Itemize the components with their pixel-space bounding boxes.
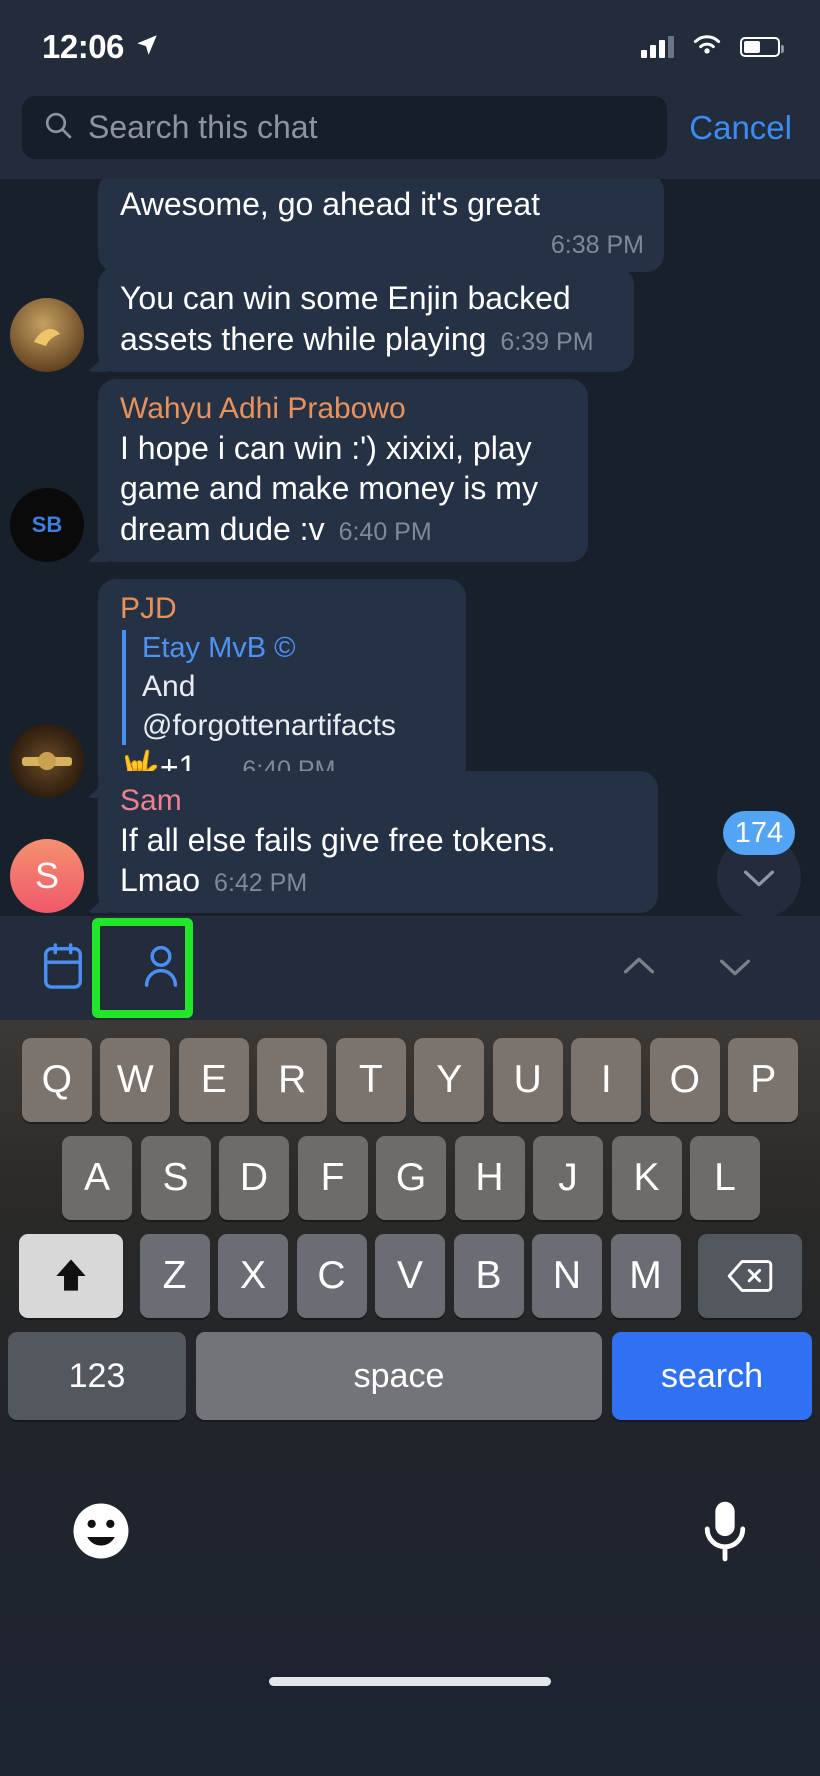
search-filter-toolbar bbox=[0, 916, 820, 1020]
key-f[interactable]: F bbox=[297, 1136, 368, 1220]
key-u[interactable]: U bbox=[492, 1038, 563, 1122]
calendar-icon[interactable] bbox=[40, 941, 86, 996]
key-y[interactable]: Y bbox=[414, 1038, 485, 1122]
reply-quote[interactable]: Etay MvB © And @forgottenartifacts bbox=[122, 629, 446, 746]
microphone-icon[interactable] bbox=[698, 1498, 752, 1569]
message-text: Awesome, go ahead it's great bbox=[120, 186, 540, 222]
avatar-label: SB bbox=[31, 512, 63, 538]
key-n[interactable]: N bbox=[532, 1234, 602, 1318]
reply-sender: Etay MvB © bbox=[142, 631, 296, 664]
avatar-label: S bbox=[34, 855, 59, 897]
battery-icon bbox=[740, 37, 784, 57]
key-s[interactable]: S bbox=[140, 1136, 211, 1220]
chevron-down-icon bbox=[743, 870, 775, 887]
key-v[interactable]: V bbox=[375, 1234, 445, 1318]
backspace-icon bbox=[727, 1260, 772, 1292]
key-o[interactable]: O bbox=[649, 1038, 720, 1122]
message-bubble[interactable]: Sam If all else fails give free tokens. … bbox=[98, 771, 658, 914]
emoji-smiley-icon[interactable] bbox=[68, 1498, 134, 1569]
keyboard-row-3: Z X C V B N M bbox=[6, 1234, 814, 1318]
search-key[interactable]: search bbox=[612, 1332, 812, 1420]
search-filter-left bbox=[40, 941, 184, 996]
message-sender[interactable]: Wahyu Adhi Prabowo bbox=[120, 390, 568, 428]
message-row[interactable]: S Sam If all else fails give free tokens… bbox=[10, 771, 658, 914]
chevron-down-icon[interactable] bbox=[712, 943, 758, 994]
search-header: Search this chat Cancel bbox=[0, 76, 820, 179]
message-text-inner: If all else fails give free tokens. Lmao bbox=[120, 821, 556, 899]
key-g[interactable]: G bbox=[376, 1136, 446, 1220]
key-p[interactable]: P bbox=[728, 1038, 799, 1122]
key-x[interactable]: X bbox=[218, 1234, 288, 1318]
message-row[interactable]: You can win some Enjin backed assets the… bbox=[10, 267, 634, 372]
message-time: 6:38 PM bbox=[550, 230, 644, 259]
message-text-inner: I hope i can win :') xixixi, play game a… bbox=[120, 429, 538, 548]
message-text: You can win some Enjin backed assets the… bbox=[120, 278, 614, 360]
cellular-signal-icon bbox=[641, 36, 674, 58]
key-e[interactable]: E bbox=[178, 1038, 249, 1122]
message-bubble[interactable]: PJD Etay MvB © And @forgottenartifacts 🤟… bbox=[98, 579, 466, 799]
search-nav-controls bbox=[616, 943, 780, 994]
key-q[interactable]: Q bbox=[21, 1038, 92, 1122]
keyboard-row-1: Q W E R T Y U I O P bbox=[6, 1038, 814, 1122]
message-time: 6:40 PM bbox=[338, 518, 432, 547]
message-sender[interactable]: PJD bbox=[120, 590, 446, 628]
key-d[interactable]: D bbox=[219, 1136, 289, 1220]
backspace-key[interactable] bbox=[697, 1234, 802, 1318]
key-k[interactable]: K bbox=[611, 1136, 682, 1220]
message-text: I hope i can win :') xixixi, play game a… bbox=[120, 428, 568, 551]
chevron-up-icon[interactable] bbox=[616, 943, 662, 994]
key-m[interactable]: M bbox=[610, 1234, 681, 1318]
message-row[interactable]: Awesome, go ahead it's great 6:38 PM bbox=[98, 179, 664, 272]
location-arrow-icon bbox=[134, 32, 160, 63]
status-bar-right bbox=[641, 32, 784, 62]
key-z[interactable]: Z bbox=[139, 1234, 210, 1318]
key-a[interactable]: A bbox=[62, 1136, 132, 1220]
search-placeholder: Search this chat bbox=[88, 109, 318, 145]
shift-key[interactable] bbox=[18, 1234, 123, 1318]
cancel-button[interactable]: Cancel bbox=[689, 109, 792, 147]
search-icon bbox=[42, 109, 74, 146]
message-text: If all else fails give free tokens. Lmao… bbox=[120, 820, 638, 902]
key-t[interactable]: T bbox=[335, 1038, 406, 1122]
key-r[interactable]: R bbox=[257, 1038, 328, 1122]
message-row[interactable]: SB Wahyu Adhi Prabowo I hope i can win :… bbox=[10, 379, 588, 563]
message-bubble[interactable]: You can win some Enjin backed assets the… bbox=[98, 267, 634, 372]
key-l[interactable]: L bbox=[690, 1136, 760, 1220]
search-input[interactable]: Search this chat bbox=[22, 96, 668, 159]
keyboard-bottom-bar bbox=[0, 1448, 820, 1618]
message-bubble[interactable]: Awesome, go ahead it's great 6:38 PM bbox=[98, 179, 664, 272]
avatar[interactable] bbox=[10, 297, 84, 372]
reply-text: And @forgottenartifacts bbox=[142, 670, 396, 743]
chat-message-list[interactable]: Awesome, go ahead it's great 6:38 PM You… bbox=[0, 179, 820, 916]
phone-screen: 12:06 Search this chat Cancel Awesome, g… bbox=[0, 0, 820, 1776]
unread-count-badge: 174 bbox=[723, 811, 795, 855]
key-i[interactable]: I bbox=[571, 1038, 642, 1122]
key-h[interactable]: H bbox=[454, 1136, 525, 1220]
numbers-key[interactable]: 123 bbox=[8, 1332, 186, 1420]
on-screen-keyboard[interactable]: Q W E R T Y U I O P A S D F G H J K L Z … bbox=[0, 1020, 820, 1708]
keyboard-row-4: 123 space search bbox=[8, 1332, 812, 1420]
avatar[interactable]: S bbox=[10, 839, 84, 914]
avatar[interactable]: SB bbox=[10, 488, 84, 563]
key-c[interactable]: C bbox=[296, 1234, 367, 1318]
wifi-icon bbox=[690, 32, 724, 62]
scroll-to-bottom[interactable]: 174 bbox=[717, 811, 801, 916]
keyboard-row-2: A S D F G H J K L bbox=[44, 1136, 778, 1220]
person-icon[interactable] bbox=[138, 941, 184, 996]
message-time: 6:42 PM bbox=[214, 869, 308, 898]
home-indicator bbox=[269, 1677, 551, 1686]
status-bar-left: 12:06 bbox=[42, 28, 160, 66]
key-b[interactable]: B bbox=[453, 1234, 524, 1318]
message-sender[interactable]: Sam bbox=[120, 782, 638, 820]
space-key[interactable]: space bbox=[196, 1332, 602, 1420]
message-time: 6:39 PM bbox=[500, 327, 594, 356]
key-j[interactable]: J bbox=[533, 1136, 603, 1220]
shift-arrow-icon bbox=[55, 1259, 86, 1291]
status-time: 12:06 bbox=[42, 28, 124, 65]
key-w[interactable]: W bbox=[100, 1038, 171, 1122]
message-bubble[interactable]: Wahyu Adhi Prabowo I hope i can win :') … bbox=[98, 379, 588, 563]
message-row[interactable]: PJD Etay MvB © And @forgottenartifacts 🤟… bbox=[10, 579, 466, 799]
status-bar: 12:06 bbox=[0, 0, 820, 76]
